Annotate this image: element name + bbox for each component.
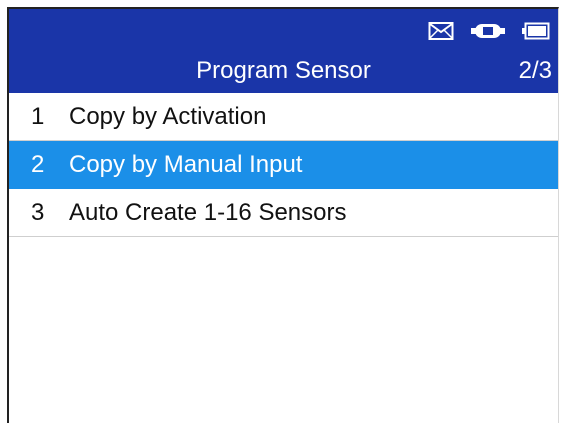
menu-item-auto-create-sensors[interactable]: 3 Auto Create 1-16 Sensors — [9, 189, 558, 237]
menu-list: 1 Copy by Activation 2 Copy by Manual In… — [9, 93, 558, 237]
vehicle-connection-icon — [470, 21, 506, 41]
menu-item-number: 1 — [31, 102, 45, 130]
mail-icon — [428, 21, 454, 41]
menu-item-label: Auto Create 1-16 Sensors — [69, 198, 347, 226]
battery-icon — [522, 22, 550, 40]
menu-item-label: Copy by Manual Input — [69, 150, 303, 178]
status-icons — [428, 19, 550, 43]
menu-item-number: 3 — [31, 198, 45, 226]
page-indicator: 2/3 — [518, 57, 552, 84]
menu-item-number: 2 — [31, 150, 45, 178]
menu-item-copy-by-manual-input[interactable]: 2 Copy by Manual Input — [9, 141, 558, 189]
menu-item-label: Copy by Activation — [69, 102, 267, 130]
device-screen: Program Sensor 2/3 1 Copy by Activation … — [7, 7, 559, 423]
title-bar: Program Sensor 2/3 — [9, 9, 558, 93]
page-title: Program Sensor — [196, 57, 371, 84]
menu-item-copy-by-activation[interactable]: 1 Copy by Activation — [9, 93, 558, 141]
